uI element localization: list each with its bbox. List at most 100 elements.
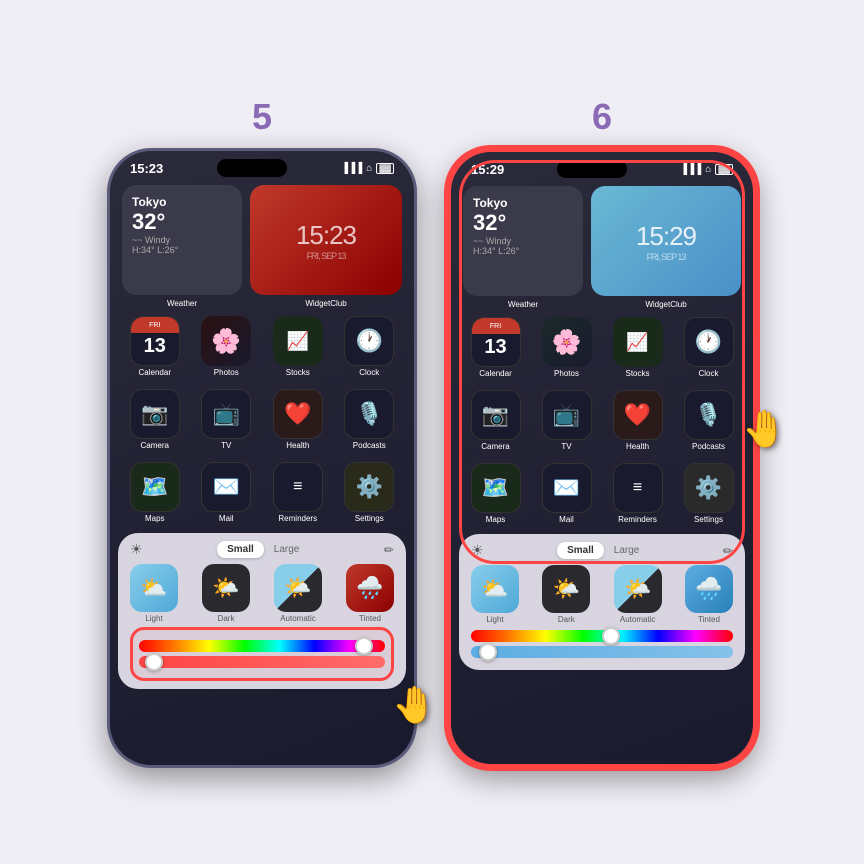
saturation-thumb-5[interactable]	[145, 653, 163, 671]
rainbow-slider-6[interactable]	[471, 630, 733, 642]
app-tv-6[interactable]: 📺 TV	[534, 390, 599, 451]
app-podcasts-6[interactable]: 🎙️ Podcasts	[676, 390, 741, 451]
status-bar-6: 15:29 ▐▐▐ ⌂ ▓▓	[451, 152, 753, 182]
status-bar-5: 15:23 ▐▐▐ ⌂ ▓▓	[110, 151, 414, 181]
size-small-btn-5[interactable]: Small	[217, 541, 264, 558]
weather-info-5: H:34° L:26°	[132, 245, 232, 255]
saturation-slider-row-5	[139, 656, 385, 668]
weather-wind-6: ~~ Windy	[473, 236, 573, 246]
sliders-highlight-box-5	[130, 627, 394, 681]
section-6: 6 15:29 ▐▐▐ ⌂ ▓▓	[447, 96, 757, 768]
variant-light-label-6: Light	[486, 615, 503, 624]
status-icons-5: ▐▐▐ ⌂ ▓▓	[341, 163, 394, 174]
section-number-6: 6	[592, 96, 612, 138]
app-label-health-6: Health	[626, 442, 649, 451]
app-grid-row1-5: FRI 13 Calendar 🌸 Photos	[110, 310, 414, 383]
rainbow-slider-5[interactable]	[139, 640, 385, 652]
variant-tinted-5[interactable]: 🌧️ Tinted	[346, 564, 394, 623]
section-5: 5 15:23 ▐▐▐ ⌂ ▓▓	[107, 96, 417, 768]
app-reminders-5[interactable]: ≡ Reminders	[265, 462, 331, 523]
app-maps-5[interactable]: 🗺️ Maps	[122, 462, 188, 523]
app-mail-5[interactable]: ✉️ Mail	[194, 462, 260, 523]
phone-5: 15:23 ▐▐▐ ⌂ ▓▓ Tokyo 32°	[107, 148, 417, 768]
wifi-icon-6: ⌂	[705, 164, 711, 175]
app-health-5[interactable]: ❤️ Health	[265, 389, 331, 450]
size-toggle-5: Small Large	[217, 541, 309, 558]
saturation-thumb-6[interactable]	[479, 643, 497, 661]
weather-temp-5: 32°	[132, 209, 232, 235]
weather-wind-5: ~~ Windy	[132, 235, 232, 245]
app-clock-6[interactable]: 🕐 Clock	[676, 317, 741, 378]
icon-variants-5: ⛅ Light 🌤️ Dark 🌤️ Automatic	[130, 564, 394, 623]
variant-tinted-label-6: Tinted	[698, 615, 720, 624]
pencil-icon-5: ✏	[384, 543, 394, 557]
app-label-calendar-6: Calendar	[479, 369, 511, 378]
app-stocks-6[interactable]: 📈 Stocks	[605, 317, 670, 378]
variant-auto-label-6: Automatic	[620, 615, 656, 624]
app-label-calendar-5: Calendar	[139, 368, 171, 377]
variant-auto-label-5: Automatic	[280, 614, 316, 623]
variant-dark-label-6: Dark	[558, 615, 575, 624]
app-photos-5[interactable]: 🌸 Photos	[194, 316, 260, 377]
app-camera-6[interactable]: 📷 Camera	[463, 390, 528, 451]
rainbow-thumb-6[interactable]	[602, 627, 620, 645]
app-maps-6[interactable]: 🗺️ Maps	[463, 463, 528, 524]
hand-cursor-5: 🤚	[392, 684, 437, 726]
app-label-photos-5: Photos	[214, 368, 239, 377]
phone-5-container: 15:23 ▐▐▐ ⌂ ▓▓ Tokyo 32°	[107, 148, 417, 768]
variant-auto-6[interactable]: 🌤️ Automatic	[614, 565, 662, 624]
variant-tinted-label-5: Tinted	[359, 614, 381, 623]
widgetclub-label-6: WidgetClub	[591, 300, 741, 309]
rainbow-thumb-5[interactable]	[355, 637, 373, 655]
saturation-slider-6[interactable]	[471, 646, 733, 658]
variant-light-6[interactable]: ⛅ Light	[471, 565, 519, 624]
brightness-icon-6: ☀	[471, 542, 484, 559]
variant-tinted-6[interactable]: 🌧️ Tinted	[685, 565, 733, 624]
app-stocks-5[interactable]: 📈 Stocks	[265, 316, 331, 377]
app-reminders-6[interactable]: ≡ Reminders	[605, 463, 670, 524]
variant-light-label-5: Light	[145, 614, 162, 623]
variant-light-5[interactable]: ⛅ Light	[130, 564, 178, 623]
app-calendar-5[interactable]: FRI 13 Calendar	[122, 316, 188, 377]
section-number-5: 5	[252, 96, 272, 138]
clock-widget-6: 15:29 FRI, SEP 13	[591, 186, 741, 296]
battery-icon-5: ▓▓	[376, 163, 394, 174]
app-label-stocks-6: Stocks	[625, 369, 649, 378]
app-mail-6[interactable]: ✉️ Mail	[534, 463, 599, 524]
app-calendar-6[interactable]: FRI 13 Calendar	[463, 317, 528, 378]
app-label-settings-6: Settings	[694, 515, 723, 524]
app-label-maps-5: Maps	[145, 514, 165, 523]
app-settings-5[interactable]: ⚙️ Settings	[337, 462, 403, 523]
app-tv-5[interactable]: 📺 TV	[194, 389, 260, 450]
app-label-photos-6: Photos	[554, 369, 579, 378]
size-large-btn-5[interactable]: Large	[264, 541, 310, 558]
app-podcasts-5[interactable]: 🎙️ Podcasts	[337, 389, 403, 450]
pencil-icon-6: ✏	[723, 544, 733, 558]
variant-dark-6[interactable]: 🌤️ Dark	[542, 565, 590, 624]
phone-6-container: 15:29 ▐▐▐ ⌂ ▓▓ Tokyo 32° ~~ Wi	[447, 148, 757, 768]
widgetclub-label-5: WidgetClub	[250, 299, 402, 308]
app-health-6[interactable]: ❤️ Health	[605, 390, 670, 451]
app-label-podcasts-5: Podcasts	[353, 441, 386, 450]
time-5: 15:23	[130, 161, 163, 176]
signal-icon-5: ▐▐▐	[341, 163, 362, 174]
weather-info-6: H:34° L:26°	[473, 246, 573, 256]
app-photos-6[interactable]: 🌸 Photos	[534, 317, 599, 378]
app-label-camera-5: Camera	[141, 441, 169, 450]
variant-auto-5[interactable]: 🌤️ Automatic	[274, 564, 322, 623]
app-clock-5[interactable]: 🕐 Clock	[337, 316, 403, 377]
panel-top-row-5: ☀ Small Large ✏	[130, 541, 394, 558]
variant-dark-5[interactable]: 🌤️ Dark	[202, 564, 250, 623]
brightness-icon-5: ☀	[130, 541, 143, 558]
app-camera-5[interactable]: 📷 Camera	[122, 389, 188, 450]
app-settings-6[interactable]: ⚙️ Settings	[676, 463, 741, 524]
app-label-reminders-5: Reminders	[278, 514, 317, 523]
size-large-btn-6[interactable]: Large	[604, 542, 650, 559]
app-grid-row3-6: 🗺️ Maps ✉️ Mail ≡ Reminders ⚙️	[451, 457, 753, 530]
sliders-6	[471, 630, 733, 658]
widgets-row-6: Tokyo 32° ~~ Windy H:34° L:26° 15:29 FRI…	[451, 182, 753, 300]
hand-cursor-6: 🤚	[742, 408, 787, 450]
size-small-btn-6[interactable]: Small	[557, 542, 604, 559]
saturation-slider-5[interactable]	[139, 656, 385, 668]
weather-city-6: Tokyo	[473, 196, 573, 210]
